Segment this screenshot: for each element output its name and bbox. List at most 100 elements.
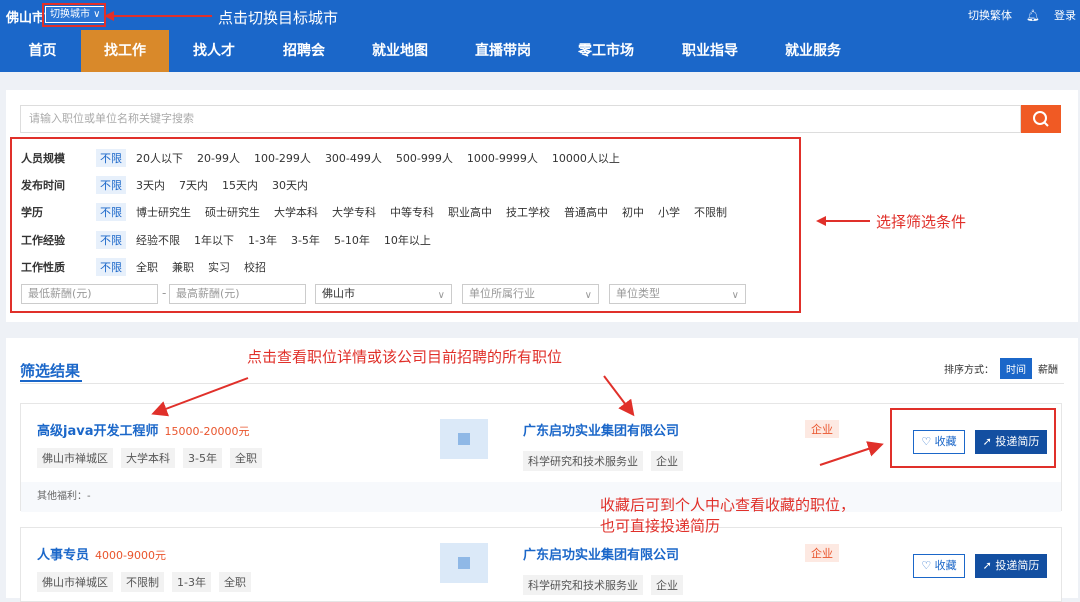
company-tags: 科学研究和技术服务业 企业 xyxy=(523,575,683,595)
filter-option[interactable]: 不限 xyxy=(96,149,126,167)
toggle-traditional-link[interactable]: 切换繁体 xyxy=(968,7,1012,23)
job-tag: 全职 xyxy=(218,572,251,592)
filter-option[interactable]: 中等专科 xyxy=(390,204,434,220)
filter-option[interactable]: 经验不限 xyxy=(136,232,180,248)
company-tag: 企业 xyxy=(651,451,683,471)
filter-option[interactable]: 30天内 xyxy=(272,177,308,193)
filter-option[interactable]: 10年以上 xyxy=(384,232,431,248)
company-tag: 企业 xyxy=(651,575,683,595)
company-name-link[interactable]: 广东启功实业集团有限公司 xyxy=(523,420,679,439)
filter-option[interactable]: 大学本科 xyxy=(274,204,318,220)
job-tag: 佛山市禅城区 xyxy=(37,572,113,592)
company-name-link[interactable]: 广东启功实业集团有限公司 xyxy=(523,544,679,563)
nav-find-job[interactable]: 找工作 xyxy=(81,30,169,72)
favorite-button[interactable]: ♡ 收藏 xyxy=(913,554,965,578)
filter-option[interactable]: 3-5年 xyxy=(291,232,320,248)
sort-by-salary[interactable]: 薪酬 xyxy=(1038,361,1058,376)
chevron-down-icon: ∨ xyxy=(584,290,592,301)
filter-option[interactable]: 1000-9999人 xyxy=(467,150,538,166)
max-salary-input[interactable]: 最高薪酬(元) xyxy=(169,284,306,304)
filter-option[interactable]: 全职 xyxy=(136,259,158,275)
nav-job-fair[interactable]: 招聘会 xyxy=(262,30,346,72)
industry-select-placeholder: 单位所属行业 xyxy=(469,287,535,300)
filter-option[interactable]: 20-99人 xyxy=(197,150,240,166)
filter-option[interactable]: 普通高中 xyxy=(564,204,608,220)
industry-select[interactable]: 单位所属行业 ∨ xyxy=(462,284,599,304)
filter-option[interactable]: 10000人以上 xyxy=(552,150,620,166)
chevron-down-icon: ∨ xyxy=(437,290,445,301)
filter-option[interactable]: 不限制 xyxy=(694,204,727,220)
filter-option[interactable]: 小学 xyxy=(658,204,680,220)
nav-home[interactable]: 首页 xyxy=(0,30,85,72)
filter-option[interactable]: 实习 xyxy=(208,259,230,275)
filter-label: 工作经验 xyxy=(21,234,65,247)
sort-options: 排序方式： 时间 薪酬 xyxy=(944,358,1058,379)
filter-option[interactable]: 兼职 xyxy=(172,259,194,275)
company-type-badge: 企业 xyxy=(805,544,839,562)
filter-option[interactable]: 不限 xyxy=(96,176,126,194)
min-salary-input[interactable]: 最低薪酬(元) xyxy=(21,284,158,304)
search-input[interactable]: 请输入职位或单位名称关键字搜索 xyxy=(20,105,1021,133)
nav-live[interactable]: 直播带岗 xyxy=(458,30,548,72)
filter-option[interactable]: 1-3年 xyxy=(248,232,277,248)
nav-job-map[interactable]: 就业地图 xyxy=(355,30,445,72)
filter-option[interactable]: 硕士研究生 xyxy=(205,204,260,220)
filter-option[interactable]: 300-499人 xyxy=(325,150,382,166)
filter-row-job-nature: 工作性质 不限 全职 兼职 实习 校招 xyxy=(21,258,280,276)
search-button[interactable] xyxy=(1021,105,1061,133)
filter-option[interactable]: 3天内 xyxy=(136,177,165,193)
job-title-link[interactable]: 人事专员 xyxy=(37,548,89,563)
highlight-box-city xyxy=(42,3,106,27)
filter-panel: 请输入职位或单位名称关键字搜索 人员规模 不限 20人以下 20-99人 100… xyxy=(6,90,1078,322)
job-tags: 佛山市禅城区 不限制 1-3年 全职 xyxy=(37,572,251,592)
filter-option[interactable]: 职业高中 xyxy=(448,204,492,220)
sort-by-time[interactable]: 时间 xyxy=(1000,358,1032,379)
filter-label: 发布时间 xyxy=(21,179,65,192)
highlight-box-buttons xyxy=(890,408,1056,468)
bell-icon[interactable]: 🔔︎ xyxy=(1026,9,1040,22)
filter-option[interactable]: 500-999人 xyxy=(396,150,453,166)
job-salary: 4000-9000元 xyxy=(95,549,166,562)
company-type-badge: 企业 xyxy=(805,420,839,438)
filter-option[interactable]: 技工学校 xyxy=(506,204,550,220)
filter-option[interactable]: 大学专科 xyxy=(332,204,376,220)
send-resume-label: 投递简历 xyxy=(995,559,1040,572)
city-select[interactable]: 佛山市 ∨ xyxy=(315,284,452,304)
job-title-link[interactable]: 高级java开发工程师 xyxy=(37,424,158,439)
filter-option[interactable]: 初中 xyxy=(622,204,644,220)
filter-option[interactable]: 15天内 xyxy=(222,177,258,193)
filter-option[interactable]: 1年以下 xyxy=(194,232,234,248)
filter-option[interactable]: 不限 xyxy=(96,203,126,221)
company-type-select[interactable]: 单位类型 ∨ xyxy=(609,284,746,304)
job-salary: 15000-20000元 xyxy=(164,425,250,438)
filter-label: 学历 xyxy=(21,206,43,219)
company-type-select-placeholder: 单位类型 xyxy=(616,287,660,300)
filter-option[interactable]: 5-10年 xyxy=(334,232,370,248)
nav-employment-service[interactable]: 就业服务 xyxy=(768,30,858,72)
filter-option[interactable]: 7天内 xyxy=(179,177,208,193)
filter-row-education: 学历 不限 博士研究生 硕士研究生 大学本科 大学专科 中等专科 职业高中 技工… xyxy=(21,203,741,221)
filter-row-time: 发布时间 不限 3天内 7天内 15天内 30天内 xyxy=(21,176,322,194)
nav-career-guide[interactable]: 职业指导 xyxy=(665,30,755,72)
job-welfare: 其他福利：- xyxy=(21,482,1061,512)
job-tag: 全职 xyxy=(229,448,262,468)
filter-option[interactable]: 不限 xyxy=(96,258,126,276)
filter-option[interactable]: 博士研究生 xyxy=(136,204,191,220)
filter-option[interactable]: 校招 xyxy=(244,259,266,275)
company-logo[interactable] xyxy=(440,543,488,583)
filter-label: 人员规模 xyxy=(21,152,65,165)
filter-option[interactable]: 不限 xyxy=(96,231,126,249)
annotation-detail: 点击查看职位详情或该公司目前招聘的所有职位 xyxy=(247,348,563,366)
login-link[interactable]: 登录 xyxy=(1054,7,1076,23)
company-logo[interactable] xyxy=(440,419,488,459)
company-tag: 科学研究和技术服务业 xyxy=(523,575,643,595)
filter-option[interactable]: 20人以下 xyxy=(136,150,183,166)
nav-gig-market[interactable]: 零工市场 xyxy=(561,30,651,72)
results-panel: 筛选结果 排序方式： 时间 薪酬 高级java开发工程师 15000-20000元… xyxy=(6,338,1078,602)
nav-find-talent[interactable]: 找人才 xyxy=(172,30,256,72)
filter-option[interactable]: 100-299人 xyxy=(254,150,311,166)
job-card[interactable]: 人事专员 4000-9000元 佛山市禅城区 不限制 1-3年 全职 广东启功实业… xyxy=(20,527,1062,602)
send-resume-button[interactable]: ➚ 投递简历 xyxy=(975,554,1047,578)
job-title-row: 人事专员 4000-9000元 xyxy=(37,544,166,563)
annotation-arrow-head xyxy=(104,11,114,21)
